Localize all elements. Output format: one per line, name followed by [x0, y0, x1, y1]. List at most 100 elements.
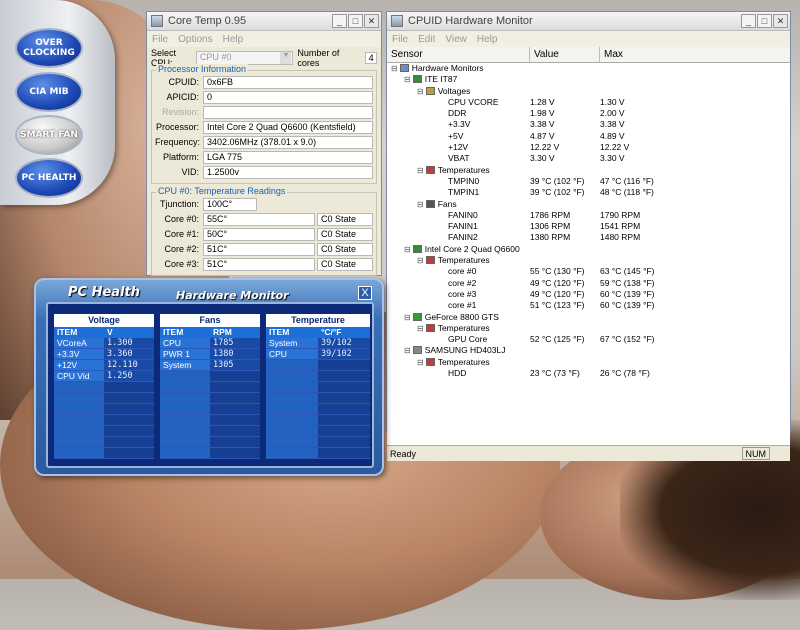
readout-item	[160, 393, 210, 403]
readout-value	[210, 371, 260, 381]
minimize-button[interactable]: _	[741, 14, 756, 28]
sensor-row[interactable]: HDD 23 °C (73 °F) 26 °C (78 °F)	[387, 368, 790, 379]
sensor-row[interactable]: CPU VCORE 1.28 V 1.30 V	[387, 97, 790, 108]
collapse-toggle-icon[interactable]: ⊟	[417, 358, 424, 367]
readout-row: CPU Vid 1.250	[54, 371, 154, 382]
collapse-toggle-icon[interactable]: ⊟	[417, 200, 424, 209]
readout-value: 3.360	[104, 349, 154, 359]
collapse-toggle-icon[interactable]: ⊟	[404, 346, 411, 355]
collapse-toggle-icon[interactable]: ⊟	[417, 256, 424, 265]
pc-health-button[interactable]: PC HEALTH	[15, 158, 83, 198]
menu-options[interactable]: Options	[178, 34, 212, 45]
sensor-row[interactable]: FANIN0 1786 RPM 1790 RPM	[387, 210, 790, 221]
maximize-button[interactable]: □	[348, 14, 363, 28]
collapse-toggle-icon[interactable]: ⊟	[417, 324, 424, 333]
sensor-row[interactable]: +12V 12.22 V 12.22 V	[387, 142, 790, 153]
collapse-toggle-icon[interactable]: ⊟	[417, 87, 424, 96]
readout-item	[160, 371, 210, 381]
readout-row	[54, 448, 154, 459]
core-label: Core #3:	[164, 259, 199, 269]
collapse-toggle-icon[interactable]: ⊟	[404, 313, 411, 322]
readout-value: 1305	[210, 360, 260, 370]
sensor-row[interactable]: ⊟ Temperatures	[387, 255, 790, 266]
sensor-max: 48 °C (118 °F)	[600, 187, 654, 198]
sensor-row[interactable]: ⊟ GeForce 8800 GTS	[387, 312, 790, 323]
sensor-max	[600, 74, 710, 85]
collapse-toggle-icon[interactable]: ⊟	[404, 245, 411, 254]
close-button[interactable]: X	[358, 286, 372, 300]
cpu-select[interactable]: CPU #0 ▼	[195, 51, 294, 65]
readout-item	[266, 382, 318, 392]
sensor-row[interactable]: ⊟ Intel Core 2 Quad Q6600	[387, 244, 790, 255]
sensor-name: Intel Core 2 Quad Q6600	[424, 243, 520, 254]
overclocking-button[interactable]: OVER CLOCKING	[15, 28, 83, 68]
pc-health-label: PC HEALTH	[21, 173, 77, 183]
coretemp-window: Core Temp 0.95 _ □ ✕ File Options Help S…	[146, 11, 382, 276]
sensor-row[interactable]: ⊟ ITE IT87	[387, 74, 790, 85]
value-column-header[interactable]: Value	[530, 47, 600, 62]
sensor-column-header[interactable]: Sensor	[387, 47, 530, 62]
smart-fan-button[interactable]: SMART FAN	[15, 115, 83, 155]
sensor-value	[530, 323, 600, 334]
sensor-row[interactable]: ⊟ SAMSUNG HD403LJ	[387, 345, 790, 356]
close-button[interactable]: ✕	[773, 14, 788, 28]
sensor-value	[530, 165, 600, 176]
sensor-value: 52 °C (125 °F)	[530, 334, 585, 345]
collapse-toggle-icon[interactable]: ⊟	[417, 166, 424, 175]
readout-value	[210, 448, 260, 458]
sensor-row[interactable]: ⊟ Voltages	[387, 86, 790, 97]
sensor-row[interactable]: core #0 55 °C (130 °F) 63 °C (145 °F)	[387, 266, 790, 277]
sensor-name: FANIN0	[448, 209, 478, 220]
sensor-max: 59 °C (138 °F)	[600, 277, 655, 288]
menu-help[interactable]: Help	[223, 34, 244, 45]
maximize-button[interactable]: □	[757, 14, 772, 28]
chip-icon	[412, 75, 422, 84]
readout-item	[266, 404, 318, 414]
sensor-row[interactable]: GPU Core 52 °C (125 °F) 67 °C (152 °F)	[387, 334, 790, 345]
menu-file[interactable]: File	[152, 34, 168, 45]
field-label: Platform:	[162, 152, 199, 162]
sensor-max	[600, 312, 710, 323]
close-button[interactable]: ✕	[364, 14, 379, 28]
sensor-row[interactable]: core #1 51 °C (123 °F) 60 °C (139 °F)	[387, 300, 790, 311]
readout-item	[54, 404, 104, 414]
sensor-row[interactable]: TMPIN1 39 °C (102 °F) 48 °C (118 °F)	[387, 187, 790, 198]
thermometer-icon	[425, 165, 435, 174]
sensor-row[interactable]: core #2 49 °C (120 °F) 59 °C (138 °F)	[387, 278, 790, 289]
sensor-name: TMPIN1	[448, 187, 480, 198]
sensor-row[interactable]: TMPIN0 39 °C (102 °F) 47 °C (116 °F)	[387, 176, 790, 187]
sensor-row[interactable]: ⊟ Hardware Monitors	[387, 63, 790, 74]
sensor-tree[interactable]: ⊟ Hardware Monitors ⊟ ITE IT87 ⊟ Voltages CPU …	[387, 63, 790, 445]
sensor-row[interactable]: DDR 1.98 V 2.00 V	[387, 108, 790, 119]
sensor-row[interactable]: ⊟ Fans	[387, 199, 790, 210]
collapse-toggle-icon[interactable]: ⊟	[391, 64, 398, 73]
sensor-row[interactable]: +3.3V 3.38 V 3.38 V	[387, 119, 790, 130]
minimize-button[interactable]: _	[332, 14, 347, 28]
readout-value	[318, 404, 370, 414]
readout-row	[266, 426, 370, 437]
sensor-row[interactable]: FANIN2 1380 RPM 1480 RPM	[387, 232, 790, 243]
max-column-header[interactable]: Max	[600, 47, 790, 62]
readout-item	[160, 415, 210, 425]
collapse-toggle-icon[interactable]: ⊟	[404, 75, 411, 84]
sensor-name: ITE IT87	[424, 74, 458, 85]
menu-view[interactable]: View	[445, 34, 467, 45]
menu-file[interactable]: File	[392, 34, 408, 45]
readout-row	[266, 371, 370, 382]
hwmonitor-titlebar[interactable]: CPUID Hardware Monitor _ □ ✕	[387, 12, 790, 31]
sensor-row[interactable]: ⊟ Temperatures	[387, 165, 790, 176]
readout-value	[104, 404, 154, 414]
sensor-row[interactable]: FANIN1 1306 RPM 1541 RPM	[387, 221, 790, 232]
sensor-row[interactable]: ⊟ Temperatures	[387, 357, 790, 368]
readout-row: VCoreA 1.300	[54, 338, 154, 349]
sensor-row[interactable]: ⊟ Temperatures	[387, 323, 790, 334]
sensor-row[interactable]: core #3 49 °C (120 °F) 60 °C (139 °F)	[387, 289, 790, 300]
coretemp-titlebar[interactable]: Core Temp 0.95 _ □ ✕	[147, 12, 381, 31]
sensor-row[interactable]: VBAT 3.30 V 3.30 V	[387, 153, 790, 164]
sensor-row[interactable]: +5V 4.87 V 4.89 V	[387, 131, 790, 142]
cia-mib-button[interactable]: CIA MIB	[15, 72, 83, 112]
menu-edit[interactable]: Edit	[418, 34, 435, 45]
sensor-name: +5V	[448, 130, 464, 141]
readout-item	[266, 371, 318, 381]
menu-help[interactable]: Help	[477, 34, 498, 45]
